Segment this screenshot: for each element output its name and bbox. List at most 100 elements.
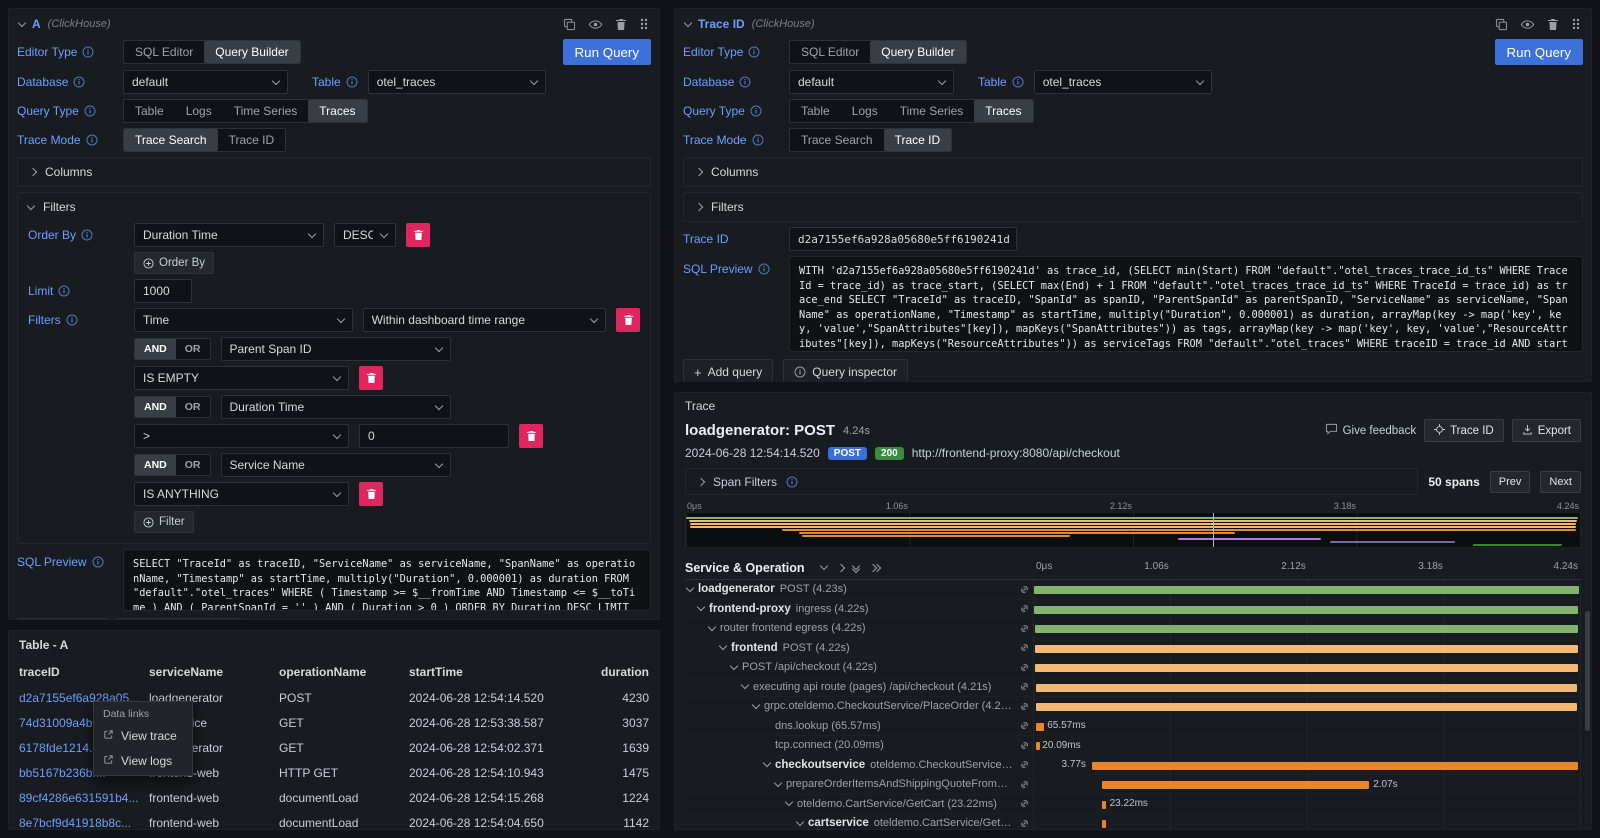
run-query-button[interactable]: Run Query <box>1495 39 1583 65</box>
query-type-traces[interactable]: Traces <box>308 100 366 122</box>
info-icon[interactable] <box>82 46 94 58</box>
link-icon[interactable] <box>1019 759 1033 770</box>
expand-all-icon[interactable] <box>868 565 880 571</box>
database-select[interactable]: default <box>789 70 954 94</box>
limit-input[interactable]: 1000 <box>134 279 192 303</box>
query-type-timeseries[interactable]: Time Series <box>889 100 975 122</box>
span-row[interactable]: tcp.connect (20.09ms) 20.09ms <box>685 736 1581 756</box>
filters-section-header[interactable]: Filters <box>18 193 650 221</box>
sql-preview-code[interactable]: WITH 'd2a7155ef6a928a05680e5ff6190241d' … <box>789 256 1583 352</box>
chevron-down-icon[interactable] <box>741 681 749 689</box>
minimap-canvas[interactable] <box>685 512 1581 548</box>
info-icon[interactable] <box>66 314 78 326</box>
span-timeline[interactable] <box>1033 697 1581 716</box>
chevron-down-icon[interactable] <box>730 662 738 670</box>
span-bar[interactable] <box>1035 645 1578 653</box>
span-row[interactable]: oteldemo.CartService/GetCart (23.22ms) 2… <box>685 795 1581 815</box>
query-type-table[interactable]: Table <box>790 100 841 122</box>
chevron-down-icon[interactable] <box>763 759 771 767</box>
expand-one-icon[interactable] <box>836 563 844 571</box>
col-header-traceid[interactable]: traceID <box>19 665 149 679</box>
database-select[interactable]: default <box>123 70 288 94</box>
sql-editor-option[interactable]: SQL Editor <box>124 41 204 63</box>
chevron-down-icon[interactable] <box>796 818 804 826</box>
span-timeline[interactable] <box>1033 639 1581 658</box>
filter1-field-select[interactable]: Parent Span ID <box>221 337 451 361</box>
info-icon[interactable] <box>752 134 764 146</box>
time-filter-field-select[interactable]: Time <box>134 308 353 332</box>
span-row[interactable]: frontendPOST (4.22s) <box>685 639 1581 659</box>
remove-filter3-button[interactable] <box>359 482 383 506</box>
trace-search-option[interactable]: Trace Search <box>790 129 884 151</box>
span-row[interactable]: frontend-proxyingress (4.22s) <box>685 600 1581 620</box>
span-timeline[interactable]: 2.07s <box>1033 775 1581 794</box>
chevron-down-icon[interactable] <box>697 603 705 611</box>
span-timeline[interactable] <box>1033 619 1581 638</box>
trace-minimap[interactable]: 0μs 1.06s 2.12s 3.18s 4.24s <box>685 501 1581 548</box>
link-icon[interactable] <box>1019 779 1033 790</box>
trace-id-input[interactable]: d2a7155ef6a928a05680e5ff6190241d <box>789 227 1017 251</box>
span-timeline[interactable] <box>1033 600 1581 619</box>
span-timeline[interactable] <box>1033 814 1581 829</box>
or-option[interactable]: OR <box>176 397 210 417</box>
filter3-operator-select[interactable]: IS ANYTHING <box>134 482 349 506</box>
span-bar[interactable] <box>1036 703 1576 711</box>
remove-order-by-button[interactable] <box>406 223 430 247</box>
add-query-button[interactable]: +Add query <box>17 618 107 620</box>
remove-time-filter-button[interactable] <box>616 308 640 332</box>
time-filter-value-select[interactable]: Within dashboard time range <box>363 308 606 332</box>
span-timeline[interactable] <box>1033 678 1581 697</box>
duplicate-icon[interactable] <box>563 18 576 31</box>
sql-editor-option[interactable]: SQL Editor <box>790 41 870 63</box>
trace-panel-title[interactable]: Trace <box>675 393 1591 419</box>
chevron-down-icon[interactable] <box>719 642 727 650</box>
table-select[interactable]: otel_traces <box>368 70 546 94</box>
minimap-cursor[interactable] <box>1213 513 1214 547</box>
span-bar[interactable] <box>1036 742 1039 750</box>
query-builder-option[interactable]: Query Builder <box>204 41 299 63</box>
span-row[interactable]: loadgeneratorPOST (4.23s) <box>685 580 1581 600</box>
or-option[interactable]: OR <box>176 455 210 475</box>
prev-button[interactable]: Prev <box>1490 471 1531 493</box>
info-icon[interactable] <box>92 556 104 568</box>
span-row[interactable]: checkoutserviceoteldemo.CheckoutService/… <box>685 756 1581 776</box>
chevron-down-icon[interactable] <box>785 798 793 806</box>
span-row[interactable]: POST /api/checkout (4.22s) <box>685 658 1581 678</box>
chevron-down-icon[interactable] <box>708 623 716 631</box>
next-button[interactable]: Next <box>1540 471 1581 493</box>
link-icon[interactable] <box>1019 740 1033 751</box>
col-header-duration[interactable]: duration <box>569 665 649 679</box>
query-inspector-button[interactable]: Query inspector <box>783 359 908 382</box>
collapse-chevron-icon[interactable] <box>684 18 692 26</box>
link-icon[interactable] <box>1019 818 1033 829</box>
info-icon[interactable] <box>346 76 358 88</box>
link-icon[interactable] <box>1019 642 1033 653</box>
chevron-down-icon[interactable] <box>752 701 760 709</box>
span-bar[interactable] <box>1102 781 1369 789</box>
trace-id-link[interactable]: 89cf4286e631591b4... <box>19 791 149 805</box>
query-type-traces[interactable]: Traces <box>974 100 1032 122</box>
span-timeline[interactable]: 3.77s <box>1033 756 1581 775</box>
or-option[interactable]: OR <box>176 339 210 359</box>
trash-icon[interactable] <box>615 18 627 31</box>
collapse-chevron-icon[interactable] <box>18 18 26 26</box>
scrollbar[interactable] <box>1585 611 1590 731</box>
info-icon[interactable] <box>73 76 85 88</box>
span-bar[interactable] <box>1034 586 1579 594</box>
filter2-field-select[interactable]: Duration Time <box>221 395 451 419</box>
collapse-all-icon[interactable] <box>853 563 859 572</box>
info-icon[interactable] <box>86 134 98 146</box>
add-query-button[interactable]: +Add query <box>683 359 773 382</box>
query-builder-option[interactable]: Query Builder <box>870 41 965 63</box>
query-type-logs[interactable]: Logs <box>841 100 889 122</box>
link-icon[interactable] <box>1019 681 1033 692</box>
chevron-down-icon[interactable] <box>774 779 782 787</box>
table-select[interactable]: otel_traces <box>1034 70 1212 94</box>
span-row[interactable]: router frontend egress (4.22s) <box>685 619 1581 639</box>
link-icon[interactable] <box>1019 623 1033 634</box>
filter3-field-select[interactable]: Service Name <box>221 453 451 477</box>
order-by-direction-select[interactable]: DESC <box>334 223 396 247</box>
run-query-button[interactable]: Run Query <box>563 39 651 65</box>
span-bar[interactable] <box>1102 820 1105 828</box>
span-row[interactable]: prepareOrderItemsAndShippingQuoteFromCar… <box>685 775 1581 795</box>
